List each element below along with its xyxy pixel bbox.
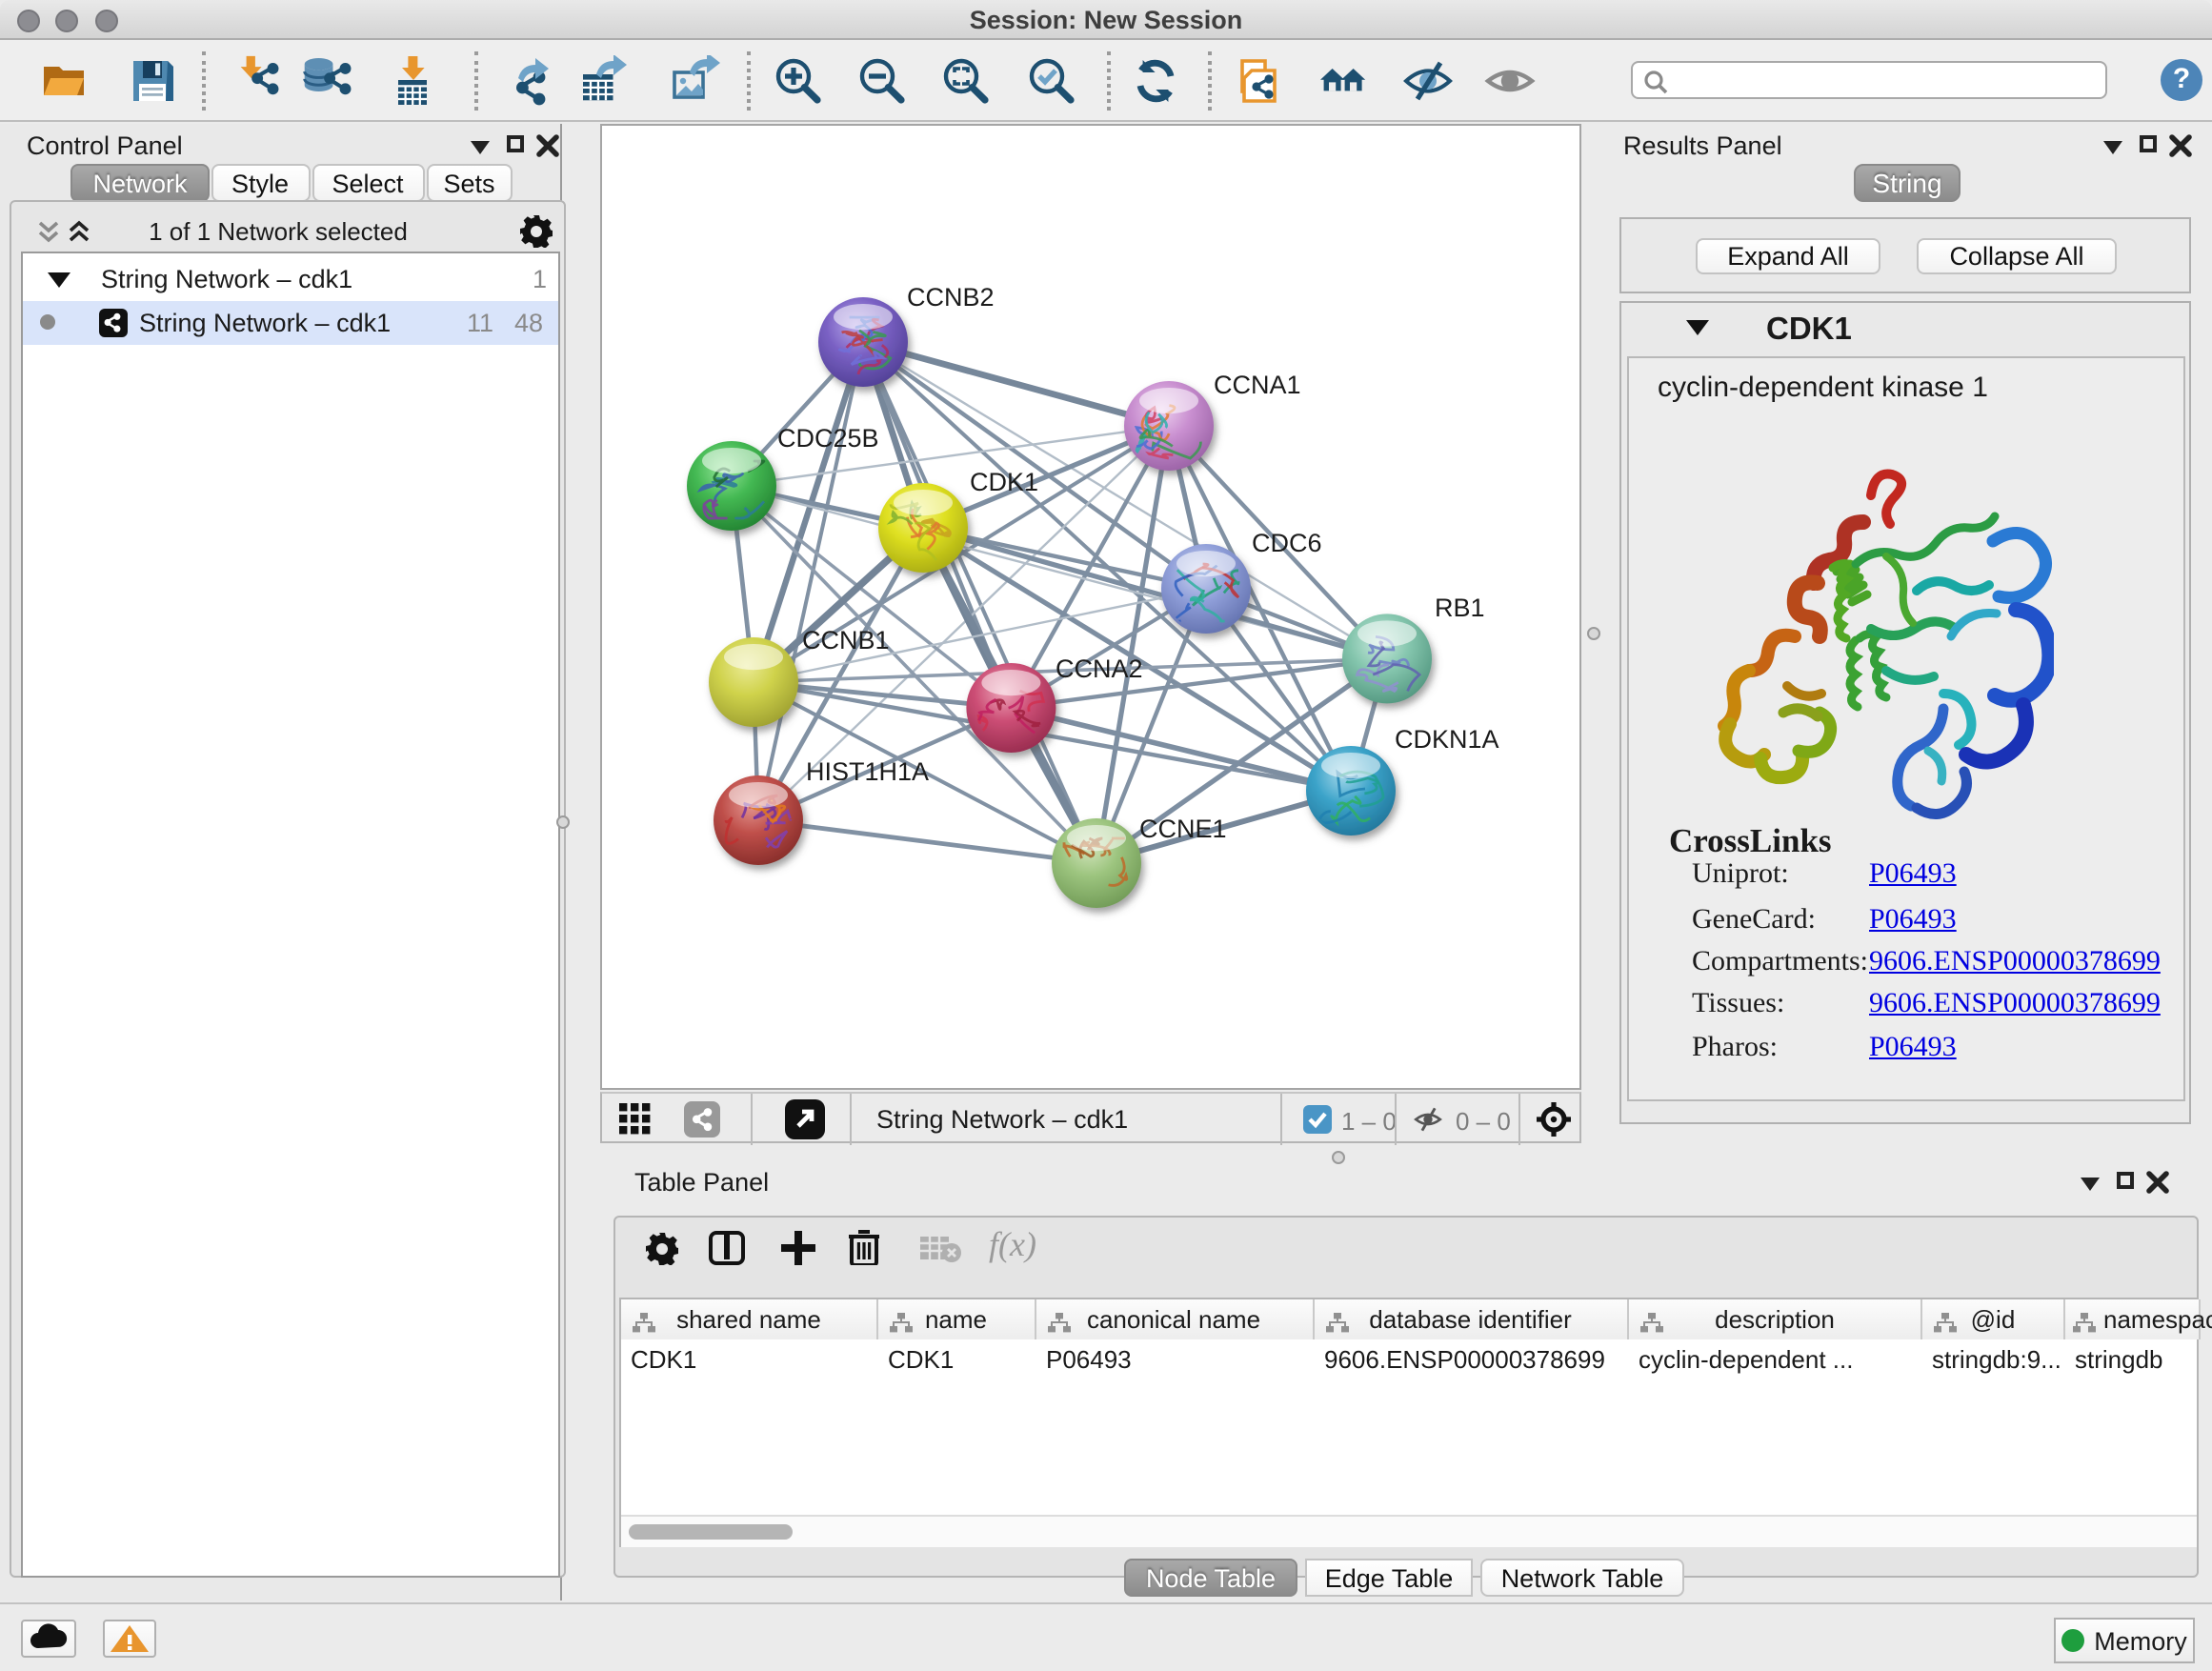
svg-text:CDC25B: CDC25B (777, 424, 879, 453)
svg-text:HIST1H1A: HIST1H1A (806, 757, 929, 786)
svg-text:CDC6: CDC6 (1252, 529, 1322, 557)
svg-text:CCNA1: CCNA1 (1214, 371, 1301, 399)
svg-text:CCNE1: CCNE1 (1139, 815, 1227, 843)
svg-text:CCNB2: CCNB2 (907, 283, 995, 312)
svg-text:CCNB1: CCNB1 (802, 626, 890, 654)
svg-text:CCNA2: CCNA2 (1056, 654, 1143, 683)
svg-text:RB1: RB1 (1435, 594, 1485, 622)
svg-text:CDKN1A: CDKN1A (1395, 725, 1499, 754)
svg-text:CDK1: CDK1 (970, 468, 1038, 496)
